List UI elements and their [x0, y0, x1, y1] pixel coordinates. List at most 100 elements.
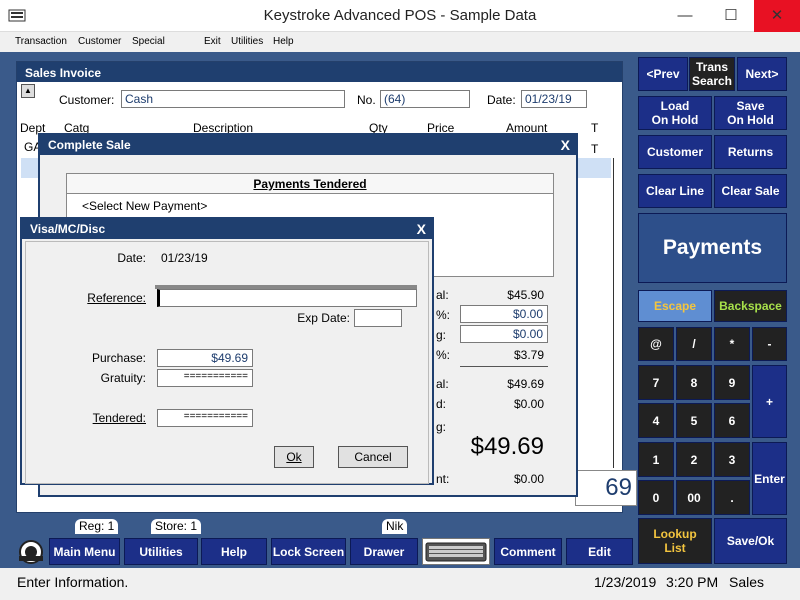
exp-date-label: Exp Date:: [297, 311, 350, 325]
close-icon[interactable]: X: [417, 221, 426, 237]
key-dot[interactable]: .: [714, 480, 750, 515]
key-7[interactable]: 7: [638, 365, 674, 400]
gratuity-label: Gratuity:: [100, 371, 146, 385]
total-divider: [460, 366, 548, 367]
gratuity-field[interactable]: ===========: [157, 369, 253, 387]
shipping-field[interactable]: $0.00: [460, 325, 548, 343]
customer-button[interactable]: Customer: [638, 135, 712, 169]
ok-button-label: Ok: [286, 450, 302, 464]
paid-value: $0.00: [513, 397, 544, 411]
clear-sale-button[interactable]: Clear Sale: [714, 174, 787, 208]
key-0[interactable]: 0: [638, 480, 674, 515]
status-mode: Sales: [729, 574, 765, 590]
lookup-list-button[interactable]: Lookup List: [638, 518, 712, 564]
key-plus[interactable]: +: [752, 365, 787, 438]
app-logo-icon[interactable]: [17, 539, 45, 565]
tendered-field[interactable]: ===========: [157, 409, 253, 427]
visa-dialog-title: Visa/MC/Disc: [22, 219, 432, 239]
select-new-payment-item[interactable]: <Select New Payment>: [82, 199, 207, 213]
key-minus[interactable]: -: [752, 327, 787, 361]
menu-exit[interactable]: Exit: [204, 36, 221, 47]
comment-button[interactable]: Comment: [494, 538, 562, 565]
tax-value: $3.79: [513, 348, 544, 362]
key-5[interactable]: 5: [676, 403, 712, 438]
store-tab: Store: 1: [151, 519, 202, 534]
key-slash[interactable]: /: [676, 327, 712, 361]
key-3[interactable]: 3: [714, 442, 750, 477]
next-button[interactable]: Next>: [737, 57, 787, 91]
payments-button[interactable]: Payments: [638, 213, 787, 283]
close-window-button[interactable]: ✕: [754, 0, 800, 32]
grid-divider: [613, 158, 614, 468]
remaining-label: g:: [436, 420, 447, 434]
invoice-no-label: No.: [357, 93, 376, 107]
trans-search-button[interactable]: Trans Search: [689, 57, 735, 91]
visa-payment-dialog: Visa/MC/Disc X Date: 01/23/19 Reference:…: [20, 217, 434, 485]
visa-date-value: 01/23/19: [161, 251, 208, 265]
menu-transaction[interactable]: Transaction: [15, 36, 67, 47]
returns-button[interactable]: Returns: [714, 135, 787, 169]
status-bar: Enter Information. 1/23/2019 3:20 PM Sal…: [0, 568, 800, 600]
complete-sale-title: Complete Sale: [40, 135, 576, 155]
help-button[interactable]: Help: [201, 538, 267, 565]
key-1[interactable]: 1: [638, 442, 674, 477]
key-6[interactable]: 6: [714, 403, 750, 438]
change-value: $0.00: [513, 472, 544, 486]
invoice-date-field[interactable]: 01/23/19: [521, 90, 587, 108]
save-ok-button[interactable]: Save/Ok: [714, 518, 787, 564]
visa-date-label: Date:: [117, 251, 146, 265]
menu-help[interactable]: Help: [273, 36, 294, 47]
main-menu-button[interactable]: Main Menu: [49, 538, 120, 565]
purchase-field[interactable]: $49.69: [157, 349, 253, 367]
minimize-button[interactable]: —: [662, 0, 708, 32]
backspace-button[interactable]: Backspace: [714, 290, 787, 322]
paid-label: d:: [436, 397, 447, 411]
status-time: 3:20 PM: [666, 574, 719, 590]
load-on-hold-button[interactable]: Load On Hold: [638, 96, 712, 130]
change-label: nt:: [436, 472, 450, 486]
ok-button[interactable]: Ok: [274, 446, 314, 468]
row1-tax[interactable]: T: [591, 142, 598, 156]
maximize-button[interactable]: ☐: [708, 0, 754, 32]
status-date: 1/23/2019: [594, 574, 657, 590]
key-at[interactable]: @: [638, 327, 674, 361]
key-2[interactable]: 2: [676, 442, 712, 477]
menu-utilities[interactable]: Utilities: [231, 36, 263, 47]
customer-field[interactable]: Cash: [121, 90, 345, 108]
clear-line-button[interactable]: Clear Line: [638, 174, 712, 208]
save-on-hold-button[interactable]: Save On Hold: [714, 96, 787, 130]
column-t: T: [591, 121, 599, 135]
menu-special[interactable]: Special: [132, 36, 165, 47]
close-icon[interactable]: X: [561, 137, 570, 153]
prev-button[interactable]: <Prev: [638, 57, 688, 91]
sort-up-button[interactable]: ▲: [21, 84, 35, 98]
discount-field[interactable]: $0.00: [460, 305, 548, 323]
key-9[interactable]: 9: [714, 365, 750, 400]
reference-field[interactable]: [157, 289, 417, 307]
invoice-no-field[interactable]: (64): [380, 90, 470, 108]
tendered-label: Tendered:: [92, 411, 146, 425]
invoice-date-label: Date:: [487, 93, 516, 107]
user-tab: Nik: [382, 519, 408, 534]
drawer-button[interactable]: Drawer: [350, 538, 418, 565]
edit-button[interactable]: Edit: [566, 538, 633, 565]
utilities-button[interactable]: Utilities: [124, 538, 198, 565]
invoice-title: Sales Invoice: [17, 62, 622, 82]
key-star[interactable]: *: [714, 327, 750, 361]
escape-button[interactable]: Escape: [638, 290, 712, 322]
lock-screen-button[interactable]: Lock Screen: [271, 538, 346, 565]
tax-label: %:: [436, 348, 451, 362]
register-tab: Reg: 1: [75, 519, 119, 534]
subtotal-value: $45.90: [507, 288, 544, 302]
key-8[interactable]: 8: [676, 365, 712, 400]
keyboard-icon[interactable]: [422, 538, 490, 565]
customer-label: Customer:: [59, 93, 115, 107]
exp-date-field[interactable]: [354, 309, 402, 327]
menu-customer[interactable]: Customer: [78, 36, 121, 47]
key-00[interactable]: 00: [676, 480, 712, 515]
key-4[interactable]: 4: [638, 403, 674, 438]
enter-button[interactable]: Enter: [752, 442, 787, 515]
cancel-button[interactable]: Cancel: [338, 446, 408, 468]
subtotal-label: al:: [436, 288, 449, 302]
payments-tendered-header: Payments Tendered: [67, 174, 553, 194]
